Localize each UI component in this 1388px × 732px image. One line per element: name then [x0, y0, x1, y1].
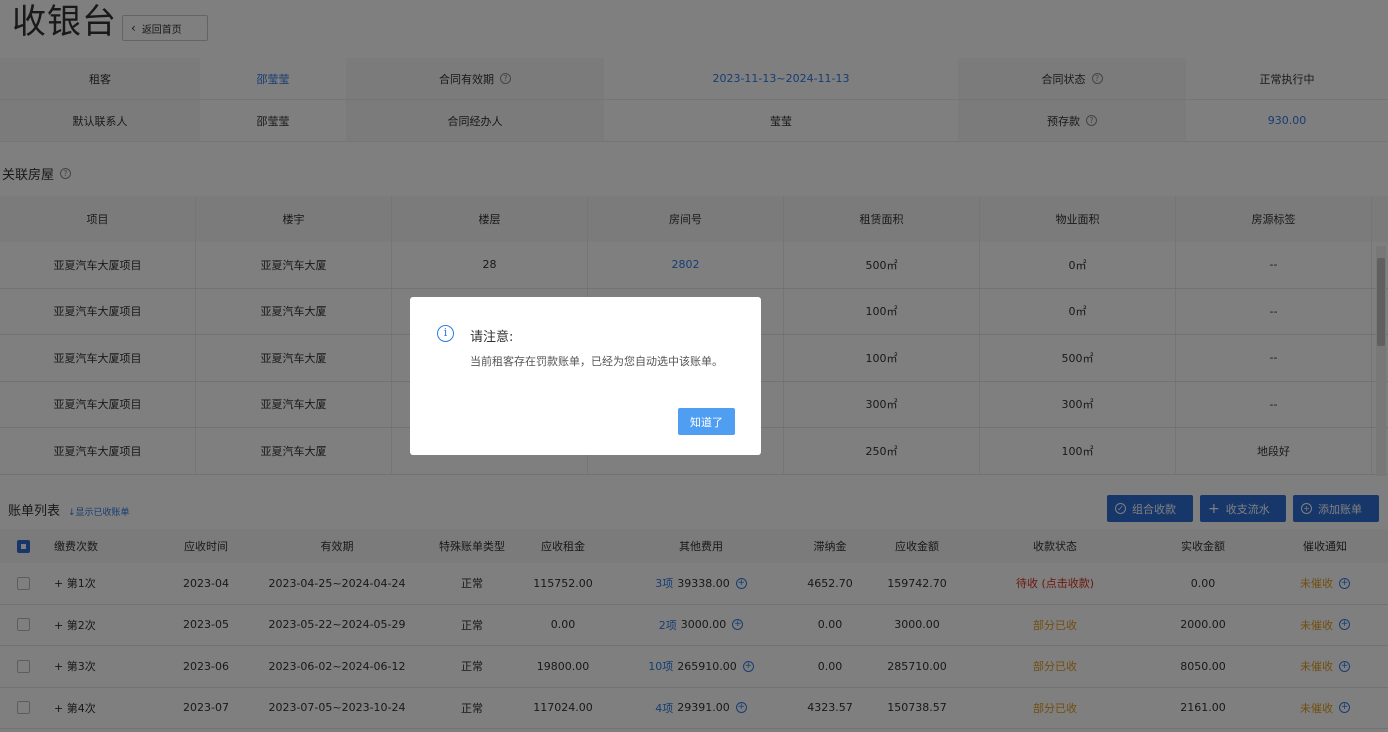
dialog-message: 当前租客存在罚款账单，已经为您自动选中该账单。	[470, 355, 723, 368]
cashier-page: 收银台 ‹ 返回首页 租客 邵莹莹 合同有效期? 2023-11-13~2024…	[0, 0, 1388, 732]
info-icon: i	[437, 325, 454, 342]
notice-dialog: i 请注意: 当前租客存在罚款账单，已经为您自动选中该账单。 知道了	[410, 297, 761, 455]
got-it-button[interactable]: 知道了	[678, 408, 735, 435]
dialog-title: 请注意:	[470, 330, 514, 345]
